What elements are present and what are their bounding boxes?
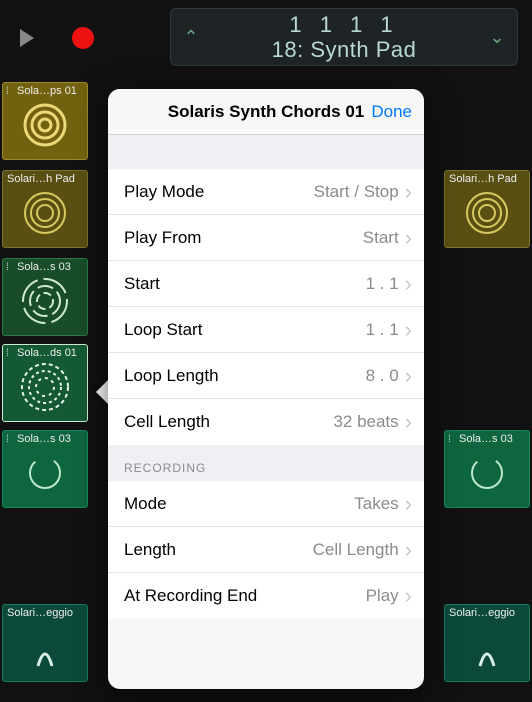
cell-title: Solari…h Pad — [449, 173, 527, 185]
cell-title: Solari…eggio — [449, 607, 527, 619]
loop-ring-icon — [462, 188, 512, 238]
chevron-up-icon[interactable]: ⌃ — [181, 27, 201, 48]
row-label: Loop Length — [124, 366, 366, 386]
chevron-right-icon: › — [405, 365, 412, 387]
record-icon — [72, 27, 94, 49]
cell-title: Sola…s 03 — [17, 261, 85, 273]
row-value: 32 beats — [333, 412, 398, 432]
play-button[interactable] — [10, 21, 44, 55]
row-label: At Recording End — [124, 586, 366, 606]
handle-icon: ⁞ — [6, 262, 9, 273]
chevron-right-icon: › — [405, 493, 412, 515]
cell[interactable]: Solari…h Pad — [2, 170, 88, 248]
section-recording: Mode Takes › Length Cell Length › At Rec… — [108, 481, 424, 619]
row-label: Cell Length — [124, 412, 333, 432]
patch-name: 18: Synth Pad — [201, 37, 487, 62]
cell[interactable]: Solari…eggio — [2, 604, 88, 682]
chevron-right-icon: › — [405, 227, 412, 249]
chevron-down-icon[interactable]: ⌄ — [487, 27, 507, 48]
row-label: Play From — [124, 228, 363, 248]
waveform-icon — [28, 632, 62, 676]
chevron-right-icon: › — [405, 181, 412, 203]
loop-ring-icon — [467, 453, 507, 493]
cell-title: Sola…s 03 — [17, 433, 85, 445]
loop-ring-icon — [19, 275, 71, 327]
section-playback: Play Mode Start / Stop › Play From Start… — [108, 169, 424, 445]
cell-title: Solari…h Pad — [7, 173, 85, 185]
loop-ring-icon — [18, 360, 72, 414]
row-loop-start[interactable]: Loop Start 1 . 1 › — [108, 307, 424, 353]
row-play-from[interactable]: Play From Start › — [108, 215, 424, 261]
handle-icon: ⁞ — [6, 434, 9, 445]
row-play-mode[interactable]: Play Mode Start / Stop › — [108, 169, 424, 215]
position-text: 1 1 1 1 — [201, 12, 487, 37]
row-label: Play Mode — [124, 182, 314, 202]
row-cell-length[interactable]: Cell Length 32 beats › — [108, 399, 424, 445]
row-value: Start / Stop — [314, 182, 399, 202]
popover-title: Solaris Synth Chords 01 — [168, 102, 365, 122]
row-label: Start — [124, 274, 366, 294]
row-at-recording-end[interactable]: At Recording End Play › — [108, 573, 424, 619]
row-length[interactable]: Length Cell Length › — [108, 527, 424, 573]
cell[interactable]: ⁞ Sola…s 03 — [2, 430, 88, 508]
section-gap — [108, 135, 424, 169]
row-start[interactable]: Start 1 . 1 › — [108, 261, 424, 307]
cell-title: Sola…ds 01 — [17, 347, 85, 359]
lcd-readout: 1 1 1 1 18: Synth Pad — [201, 12, 487, 63]
chevron-right-icon: › — [405, 319, 412, 341]
row-value: Cell Length — [313, 540, 399, 560]
row-value: 1 . 1 — [366, 274, 399, 294]
cell[interactable]: Solari…eggio — [444, 604, 530, 682]
loop-ring-icon — [20, 100, 70, 150]
cell-title: Sola…s 03 — [459, 433, 527, 445]
row-value: 8 . 0 — [366, 366, 399, 386]
loop-ring-icon — [20, 188, 70, 238]
cell-settings-popover: Solaris Synth Chords 01 Done Play Mode S… — [108, 89, 424, 689]
cell[interactable]: Solari…h Pad — [444, 170, 530, 248]
row-value: Play — [366, 586, 399, 606]
cell[interactable]: ⁞ Sola…ps 01 — [2, 82, 88, 160]
cell[interactable]: ⁞ Sola…s 03 — [2, 258, 88, 336]
waveform-icon — [470, 632, 504, 676]
chevron-right-icon: › — [405, 585, 412, 607]
cell-selected[interactable]: ⁞ Sola…ds 01 — [2, 344, 88, 422]
cell[interactable]: ⁞ Sola…s 03 — [444, 430, 530, 508]
row-loop-length[interactable]: Loop Length 8 . 0 › — [108, 353, 424, 399]
loop-ring-icon — [25, 453, 65, 493]
cell-title: Solari…eggio — [7, 607, 85, 619]
lcd-display[interactable]: ⌃ 1 1 1 1 18: Synth Pad ⌄ — [170, 8, 518, 66]
chevron-right-icon: › — [405, 273, 412, 295]
row-label: Length — [124, 540, 313, 560]
row-mode[interactable]: Mode Takes › — [108, 481, 424, 527]
chevron-right-icon: › — [405, 411, 412, 433]
row-value: Start — [363, 228, 399, 248]
row-label: Loop Start — [124, 320, 366, 340]
row-value: 1 . 1 — [366, 320, 399, 340]
row-label: Mode — [124, 494, 354, 514]
handle-icon: ⁞ — [448, 434, 451, 445]
chevron-right-icon: › — [405, 539, 412, 561]
popover-header: Solaris Synth Chords 01 Done — [108, 89, 424, 135]
row-value: Takes — [354, 494, 398, 514]
play-icon — [20, 29, 34, 47]
handle-icon: ⁞ — [6, 348, 9, 359]
done-button[interactable]: Done — [371, 89, 412, 134]
section-header-recording: RECORDING — [108, 445, 424, 481]
handle-icon: ⁞ — [6, 86, 9, 97]
cell-title: Sola…ps 01 — [17, 85, 85, 97]
record-button[interactable] — [66, 21, 100, 55]
